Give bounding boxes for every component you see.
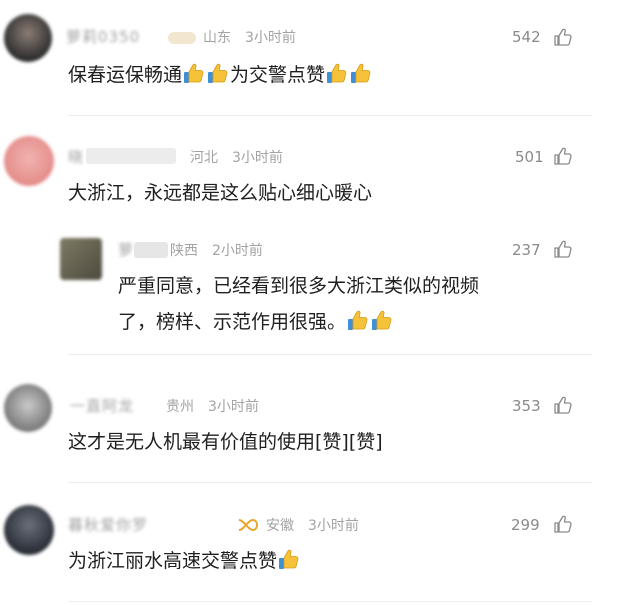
time-text: 3小时前 bbox=[308, 518, 359, 534]
thumbs-up-emoji-icon bbox=[347, 309, 369, 331]
comment-text-line: 了，榜样、示范作用很强。 bbox=[118, 304, 394, 340]
time-text: 2小时前 bbox=[212, 243, 263, 259]
like-icon[interactable] bbox=[553, 395, 573, 415]
location-text: 贵州 bbox=[166, 399, 194, 415]
thumbs-up-emoji-icon bbox=[350, 62, 372, 84]
avatar[interactable] bbox=[4, 505, 54, 555]
comment-text: 这才是无人机最有价值的使用[赞][赞] bbox=[68, 431, 383, 453]
thumbs-up-emoji-icon bbox=[207, 62, 229, 84]
name-blur-block bbox=[86, 148, 176, 164]
time-text: 3小时前 bbox=[245, 30, 296, 46]
location-text: 安徽 bbox=[266, 518, 294, 534]
thumbs-up-emoji-icon bbox=[278, 548, 300, 570]
username[interactable]: 晓 bbox=[68, 146, 84, 167]
location-text: 山东 bbox=[203, 30, 231, 46]
like-count: 237 bbox=[512, 241, 541, 259]
like-count: 353 bbox=[512, 397, 541, 415]
thumbs-up-emoji-icon bbox=[326, 62, 348, 84]
like-icon[interactable] bbox=[553, 146, 573, 166]
location-text: 陕西 bbox=[170, 243, 198, 259]
thumbs-up-emoji-icon bbox=[183, 62, 205, 84]
like-icon[interactable] bbox=[553, 514, 573, 534]
divider bbox=[68, 354, 592, 355]
avatar[interactable] bbox=[4, 384, 52, 432]
username[interactable]: 萝 bbox=[118, 239, 134, 260]
location-text: 河北 bbox=[190, 150, 218, 166]
time-text: 3小时前 bbox=[232, 150, 283, 166]
comment-text: 保春运保畅通 为交警点赞 bbox=[68, 57, 373, 93]
divider bbox=[68, 115, 592, 116]
avatar[interactable] bbox=[4, 136, 54, 186]
username[interactable]: 萝莉0350 bbox=[66, 26, 140, 47]
username[interactable]: 一直阿龙 bbox=[70, 395, 134, 416]
comment-text-line: 严重同意，已经看到很多大浙江类似的视频 bbox=[118, 275, 480, 297]
avatar[interactable] bbox=[60, 238, 102, 280]
time-text: 3小时前 bbox=[208, 399, 259, 415]
username[interactable]: 暮秋爱你罗 bbox=[68, 514, 148, 535]
name-blur-block bbox=[134, 242, 168, 258]
badge-icon bbox=[168, 32, 196, 44]
like-count: 501 bbox=[515, 148, 544, 166]
comment-text: 为浙江丽水高速交警点赞 bbox=[68, 543, 301, 579]
like-count: 299 bbox=[511, 516, 540, 534]
like-count: 542 bbox=[512, 28, 541, 46]
divider bbox=[68, 482, 592, 483]
comment-text: 大浙江，永远都是这么贴心细心暖心 bbox=[68, 182, 373, 204]
badge-icon bbox=[238, 518, 259, 532]
like-icon[interactable] bbox=[553, 27, 573, 47]
like-icon[interactable] bbox=[553, 239, 573, 259]
divider bbox=[68, 601, 592, 602]
avatar[interactable] bbox=[4, 14, 52, 62]
thumbs-up-emoji-icon bbox=[371, 309, 393, 331]
